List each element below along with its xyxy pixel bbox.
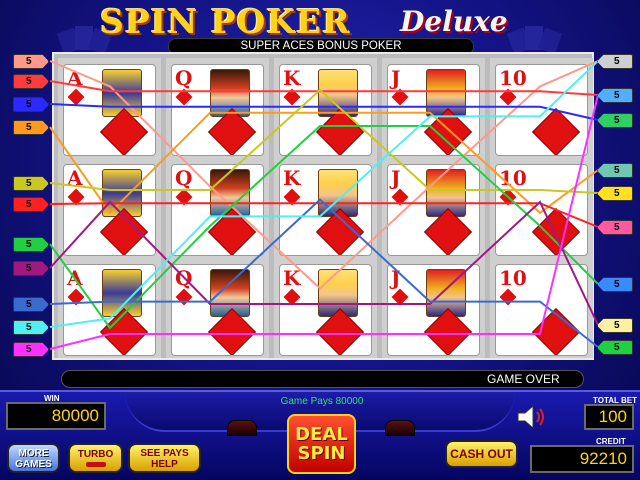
payline-tag[interactable]: 5 [597, 340, 633, 355]
speaker-icon[interactable] [516, 404, 550, 430]
diamond-suit-icon [499, 188, 517, 206]
payline-tag[interactable]: 5 [13, 74, 49, 89]
reel-4: J J J [382, 58, 485, 358]
payline-tag[interactable]: 5 [597, 220, 633, 235]
diamond-suit-icon [67, 288, 85, 306]
playing-card: J [387, 264, 480, 356]
diamond-suit-icon [391, 288, 409, 306]
card-rank: 10 [499, 66, 527, 90]
diamond-suit-icon [499, 88, 517, 106]
playing-card: 10 [495, 164, 588, 256]
game-screen: SPIN POKER Deluxe SUPER ACES BONUS POKER… [0, 0, 640, 480]
card-rank: J [391, 266, 401, 290]
payline-tag[interactable]: 5 [13, 97, 49, 112]
reel-5: 10 10 10 [490, 58, 593, 358]
payline-tag[interactable]: 5 [597, 54, 633, 69]
payline-tag[interactable]: 5 [13, 120, 49, 135]
diamond-suit-icon [175, 188, 193, 206]
payline-tag[interactable]: 5 [597, 318, 633, 333]
payline-tag[interactable]: 5 [13, 261, 49, 276]
diamond-suit-icon [67, 188, 85, 206]
card-rank: 10 [499, 266, 527, 290]
payline-tag[interactable]: 5 [13, 176, 49, 191]
playing-card: 10 [495, 264, 588, 356]
reel-area: A A A Q Q Q K K K J J J 10 10 10 [52, 52, 594, 360]
payline-tag[interactable]: 5 [597, 88, 633, 103]
diamond-suit-icon [499, 288, 517, 306]
playing-card: K [279, 64, 372, 156]
win-meter: 80000 [6, 402, 106, 430]
game-logo: SPIN POKER [100, 2, 351, 41]
diamond-suit-icon [283, 188, 301, 206]
deal-spin-button[interactable]: DEAL SPIN [287, 414, 356, 474]
playing-card: J [387, 164, 480, 256]
card-rank: A [67, 166, 83, 190]
game-logo-deluxe: Deluxe [400, 5, 508, 38]
payline-tag[interactable]: 5 [13, 297, 49, 312]
diamond-suit-icon [175, 88, 193, 106]
playing-card: J [387, 64, 480, 156]
playing-card: K [279, 264, 372, 356]
bill-slot-right [385, 420, 415, 436]
card-rank: A [67, 266, 83, 290]
card-rank: K [283, 166, 301, 190]
credit-meter: 92210 [530, 445, 634, 473]
playing-card: Q [171, 64, 264, 156]
see-pays-help-button[interactable]: SEE PAYS HELP [128, 443, 201, 473]
card-rank: A [67, 66, 83, 90]
payline-tag[interactable]: 5 [13, 197, 49, 212]
status-bar: GAME OVER [61, 370, 584, 388]
payline-tag[interactable]: 5 [13, 237, 49, 252]
card-rank: Q [175, 166, 193, 190]
diamond-suit-icon [391, 188, 409, 206]
payline-tag[interactable]: 5 [13, 342, 49, 357]
playing-card: A [63, 264, 156, 356]
turbo-button[interactable]: TURBO [68, 443, 123, 473]
card-rank: J [391, 66, 401, 90]
payline-tag[interactable]: 5 [597, 113, 633, 128]
card-rank: K [283, 66, 301, 90]
payline-tag[interactable]: 5 [597, 163, 633, 178]
diamond-suit-icon [283, 88, 301, 106]
reel-1: A A A [58, 58, 161, 358]
diamond-suit-icon [175, 288, 193, 306]
game-pays-text: Game Pays 80000 [280, 396, 364, 407]
diamond-suit-icon [531, 107, 581, 155]
diamond-suit-icon [531, 207, 581, 255]
card-fan-icon [506, 26, 563, 52]
playing-card: 10 [495, 64, 588, 156]
card-rank: 10 [499, 166, 527, 190]
payline-tag[interactable]: 5 [597, 277, 633, 292]
playing-card: Q [171, 264, 264, 356]
playing-card: A [63, 64, 156, 156]
payline-tag[interactable]: 5 [13, 54, 49, 69]
diamond-suit-icon [67, 88, 85, 106]
turbo-label: TURBO [77, 449, 114, 460]
diamond-suit-icon [531, 307, 581, 355]
playing-card: K [279, 164, 372, 256]
card-rank: Q [175, 66, 193, 90]
more-games-button[interactable]: MORE GAMES [7, 443, 60, 473]
card-rank: J [391, 166, 401, 190]
playing-card: A [63, 164, 156, 256]
diamond-suit-icon [283, 288, 301, 306]
diamond-suit-icon [391, 88, 409, 106]
reel-2: Q Q Q [166, 58, 269, 358]
card-rank: K [283, 266, 301, 290]
payline-tag[interactable]: 5 [13, 320, 49, 335]
status-message: GAME OVER [487, 372, 560, 386]
total-bet-meter: 100 [584, 404, 634, 430]
playing-card: Q [171, 164, 264, 256]
bill-slot-left [227, 420, 257, 436]
reel-3: K K K [274, 58, 377, 358]
card-rank: Q [175, 266, 193, 290]
turbo-indicator [85, 462, 106, 467]
payline-tag[interactable]: 5 [597, 186, 633, 201]
cash-out-button[interactable]: CASH OUT [445, 440, 518, 468]
